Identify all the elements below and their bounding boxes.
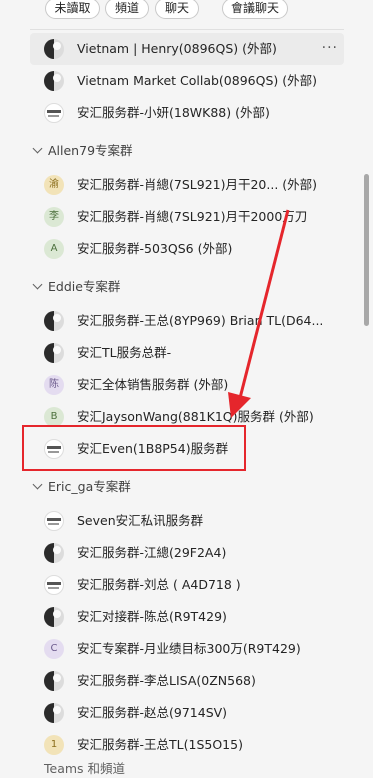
annotation-arrow bbox=[228, 209, 290, 418]
